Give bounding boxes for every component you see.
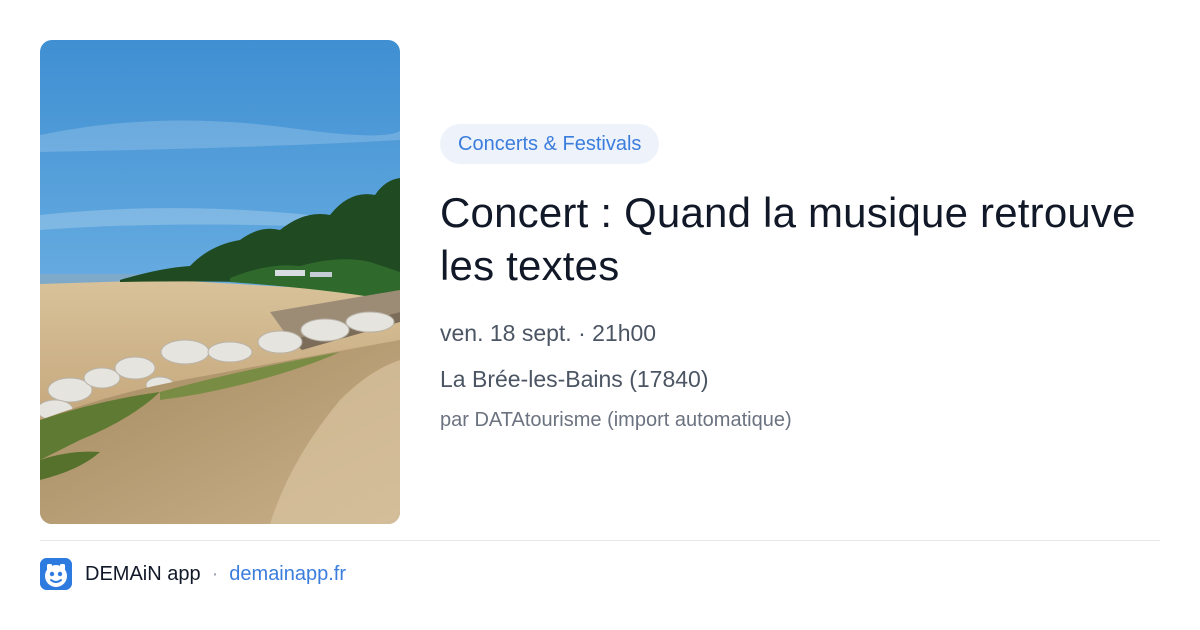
footer: DEMAiN app · demainapp.fr	[40, 558, 346, 590]
app-name: DEMAiN app	[85, 562, 201, 585]
event-title: Concert : Quand la musique retrouve les …	[440, 189, 1136, 289]
event-photo	[40, 40, 400, 524]
category-badge[interactable]: Concerts & Festivals	[440, 124, 660, 164]
demain-app-icon	[40, 558, 72, 590]
event-source: par DATAtourisme (import automatique)	[440, 409, 792, 431]
event-date-time: ven. 18 sept. · 21h00	[440, 320, 657, 346]
footer-divider	[40, 540, 1160, 541]
event-details: Concerts & Festivals Concert : Quand la …	[440, 124, 1160, 434]
app-url-link[interactable]: demainapp.fr	[229, 563, 346, 586]
footer-separator: ·	[211, 562, 219, 585]
event-share-card: Concerts & Festivals Concert : Quand la …	[0, 0, 1200, 630]
event-location: La Brée-les-Bains (17840)	[440, 366, 709, 392]
